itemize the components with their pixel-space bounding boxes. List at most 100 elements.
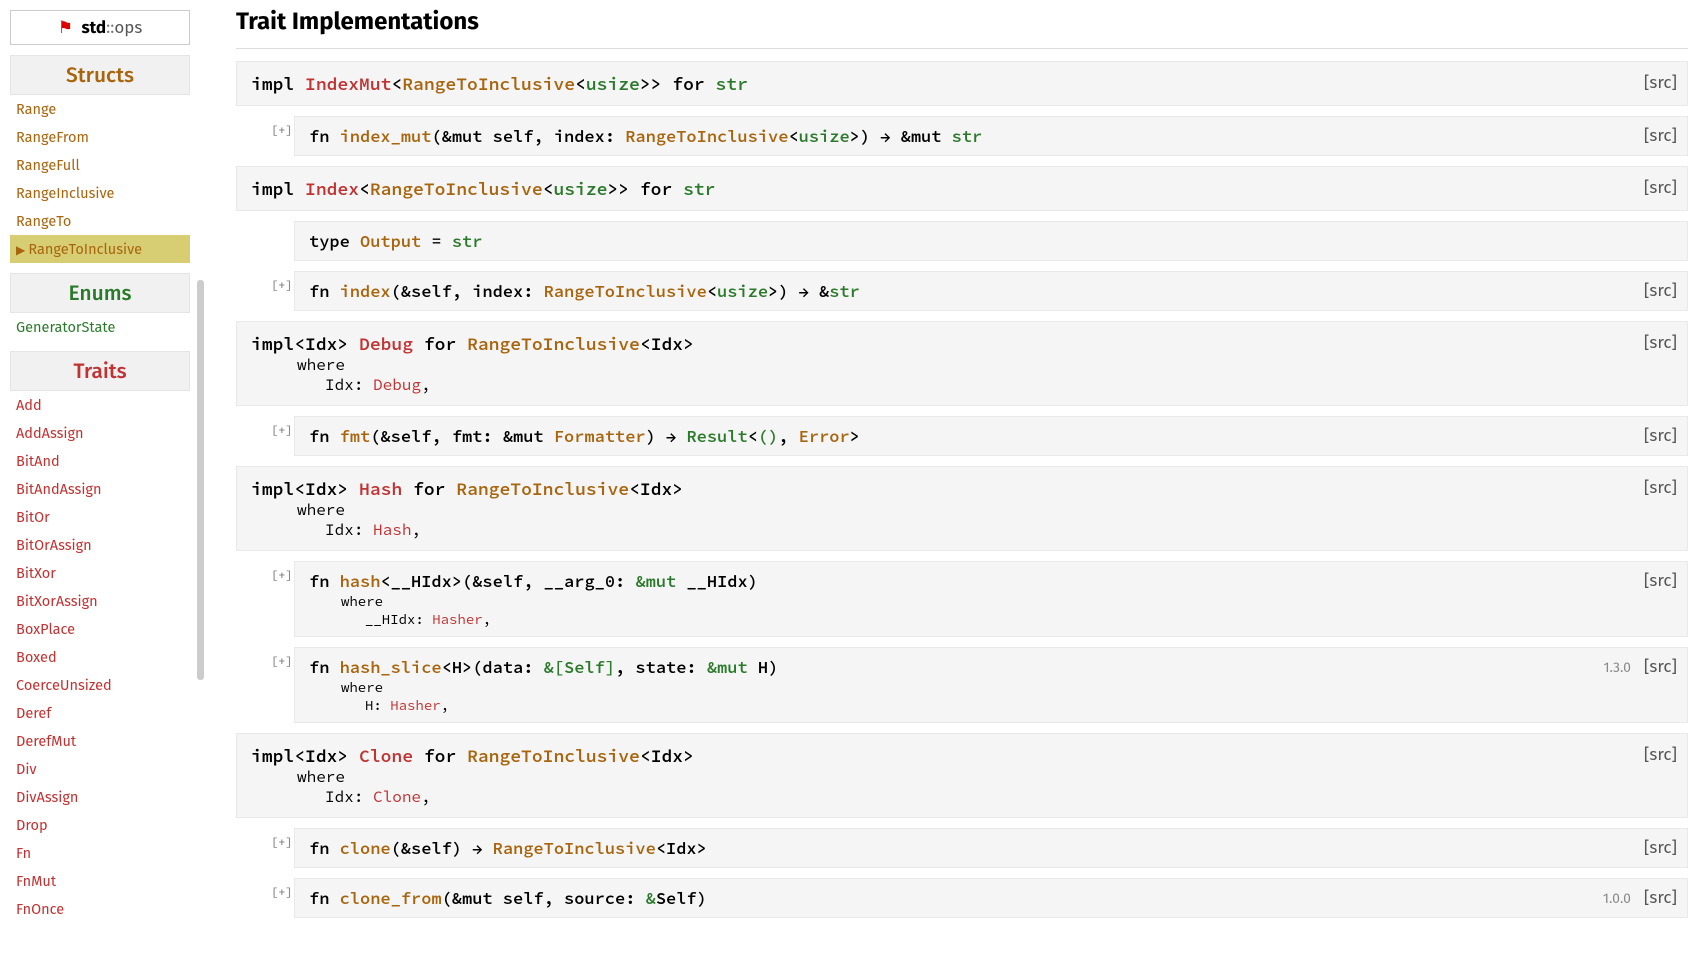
sidebar-item-boxplace[interactable]: BoxPlace: [10, 615, 190, 643]
main-content: Trait Implementations impl IndexMut<Rang…: [200, 0, 1708, 948]
enum-link[interactable]: Result: [686, 425, 747, 447]
expand-toggle[interactable]: [+]: [271, 885, 293, 900]
fn-link[interactable]: clone_from: [340, 887, 442, 909]
struct-link[interactable]: RangeToInclusive: [544, 280, 707, 302]
impl-clone: impl<Idx> Clone for RangeToInclusive<Idx…: [236, 733, 1688, 818]
src-link[interactable]: [src]: [1644, 177, 1677, 198]
primitive-link[interactable]: str: [452, 230, 483, 252]
method-hash-slice: [+] fn hash_slice<H>(data: &[Self], stat…: [294, 647, 1688, 723]
trait-link-hash[interactable]: Hash: [359, 477, 402, 500]
fn-link[interactable]: hash_slice: [340, 656, 442, 678]
trait-link-debug[interactable]: Debug: [359, 332, 413, 355]
sidebar-item-rangefull[interactable]: RangeFull: [10, 151, 190, 179]
primitive-link[interactable]: usize: [586, 72, 640, 95]
sidebar-item-bitxor[interactable]: BitXor: [10, 559, 190, 587]
fn-link[interactable]: hash: [340, 570, 381, 592]
expand-toggle[interactable]: [+]: [271, 278, 293, 293]
sidebar-item-drop[interactable]: Drop: [10, 811, 190, 839]
struct-link[interactable]: RangeToInclusive: [493, 837, 656, 859]
sidebar-item-bitxorassign[interactable]: BitXorAssign: [10, 587, 190, 615]
sidebar-item-boxed[interactable]: Boxed: [10, 643, 190, 671]
trait-link-hasher[interactable]: Hasher: [432, 610, 482, 628]
src-link[interactable]: [src]: [1644, 425, 1677, 446]
expand-toggle[interactable]: [+]: [271, 423, 293, 438]
src-link[interactable]: [src]: [1644, 656, 1677, 677]
sidebar-item-add[interactable]: Add: [10, 391, 190, 419]
expand-toggle[interactable]: [+]: [271, 568, 293, 583]
scrollbar[interactable]: [197, 280, 204, 680]
sidebar-item-derefmut[interactable]: DerefMut: [10, 727, 190, 755]
sidebar-item-generatorstate[interactable]: GeneratorState: [10, 313, 190, 341]
sidebar-item-rangetoinclusive[interactable]: RangeToInclusive: [10, 235, 190, 263]
src-link[interactable]: [src]: [1644, 744, 1677, 765]
sidebar-item-range[interactable]: Range: [10, 95, 190, 123]
fn-link[interactable]: fmt: [340, 425, 371, 447]
struct-link[interactable]: RangeToInclusive: [456, 477, 629, 500]
sidebar-item-addassign[interactable]: AddAssign: [10, 419, 190, 447]
expand-toggle[interactable]: [+]: [271, 654, 293, 669]
struct-link[interactable]: RangeToInclusive: [467, 332, 640, 355]
method-index-mut: [+] fn index_mut(&mut self, index: Range…: [294, 116, 1688, 156]
assoc-type-link[interactable]: Output: [360, 230, 421, 252]
sidebar-item-bitorassign[interactable]: BitOrAssign: [10, 531, 190, 559]
sidebar-item-coerceunsized[interactable]: CoerceUnsized: [10, 671, 190, 699]
method-index: [+] fn index(&self, index: RangeToInclus…: [294, 271, 1688, 311]
primitive-link[interactable]: usize: [717, 280, 768, 302]
trait-link-hash[interactable]: Hash: [373, 520, 411, 540]
sidebar-item-deref[interactable]: Deref: [10, 699, 190, 727]
sidebar-item-rangeinclusive[interactable]: RangeInclusive: [10, 179, 190, 207]
impl-hash: impl<Idx> Hash for RangeToInclusive<Idx>…: [236, 466, 1688, 551]
struct-link[interactable]: RangeToInclusive: [467, 744, 640, 767]
trait-link-clone[interactable]: Clone: [373, 787, 421, 807]
primitive-link[interactable]: str: [683, 177, 715, 200]
sidebar-item-rangeto[interactable]: RangeTo: [10, 207, 190, 235]
expand-toggle[interactable]: [+]: [271, 835, 293, 850]
trait-link-clone[interactable]: Clone: [359, 744, 413, 767]
primitive-link[interactable]: str: [829, 280, 860, 302]
src-link[interactable]: [src]: [1644, 837, 1677, 858]
sidebar-traits: Traits AddAddAssignBitAndBitAndAssignBit…: [10, 351, 190, 923]
ns-std: std: [81, 17, 106, 38]
src-link[interactable]: [src]: [1644, 477, 1677, 498]
sidebar-item-fnonce[interactable]: FnOnce: [10, 895, 190, 923]
struct-link[interactable]: RangeToInclusive: [625, 125, 788, 147]
sidebar-item-divassign[interactable]: DivAssign: [10, 783, 190, 811]
expand-toggle[interactable]: [+]: [271, 123, 293, 138]
sidebar-item-fnmut[interactable]: FnMut: [10, 867, 190, 895]
method-fmt: [+] fn fmt(&self, fmt: &mut Formatter) →…: [294, 416, 1688, 456]
fn-link[interactable]: index: [340, 280, 391, 302]
fn-link[interactable]: index_mut: [340, 125, 432, 147]
since-badge: 1.3.0: [1603, 659, 1631, 676]
sidebar: ⚑ std::ops Structs RangeRangeFromRangeFu…: [0, 0, 200, 948]
trait-link-indexmut[interactable]: IndexMut: [305, 72, 391, 95]
primitive-link[interactable]: str: [715, 72, 747, 95]
trait-link-index[interactable]: Index: [305, 177, 359, 200]
struct-link[interactable]: RangeToInclusive: [370, 177, 543, 200]
trait-link-debug[interactable]: Debug: [373, 375, 421, 395]
method-hash: [+] fn hash<__HIdx>(&self, __arg_0: &mut…: [294, 561, 1688, 637]
fn-link[interactable]: clone: [340, 837, 391, 859]
struct-link[interactable]: RangeToInclusive: [402, 72, 575, 95]
struct-link[interactable]: Error: [799, 425, 850, 447]
src-link[interactable]: [src]: [1644, 125, 1677, 146]
src-link[interactable]: [src]: [1644, 887, 1677, 908]
sidebar-item-div[interactable]: Div: [10, 755, 190, 783]
primitive-link[interactable]: usize: [799, 125, 850, 147]
src-link[interactable]: [src]: [1644, 72, 1677, 93]
src-link[interactable]: [src]: [1644, 332, 1677, 353]
primitive-link[interactable]: usize: [553, 177, 607, 200]
sidebar-item-rangefrom[interactable]: RangeFrom: [10, 123, 190, 151]
sidebar-item-bitand[interactable]: BitAnd: [10, 447, 190, 475]
trait-link-hasher[interactable]: Hasher: [390, 696, 440, 714]
src-link[interactable]: [src]: [1644, 570, 1677, 591]
impl-debug: impl<Idx> Debug for RangeToInclusive<Idx…: [236, 321, 1688, 406]
location-breadcrumb[interactable]: ⚑ std::ops: [10, 10, 190, 45]
sidebar-item-fn[interactable]: Fn: [10, 839, 190, 867]
sidebar-item-bitor[interactable]: BitOr: [10, 503, 190, 531]
struct-link[interactable]: Formatter: [554, 425, 646, 447]
sidebar-item-bitandassign[interactable]: BitAndAssign: [10, 475, 190, 503]
impl-index: impl Index<RangeToInclusive<usize>> for …: [236, 166, 1688, 211]
primitive-link[interactable]: str: [952, 125, 983, 147]
src-link[interactable]: [src]: [1644, 280, 1677, 301]
method-clone: [+] fn clone(&self) → RangeToInclusive<I…: [294, 828, 1688, 868]
